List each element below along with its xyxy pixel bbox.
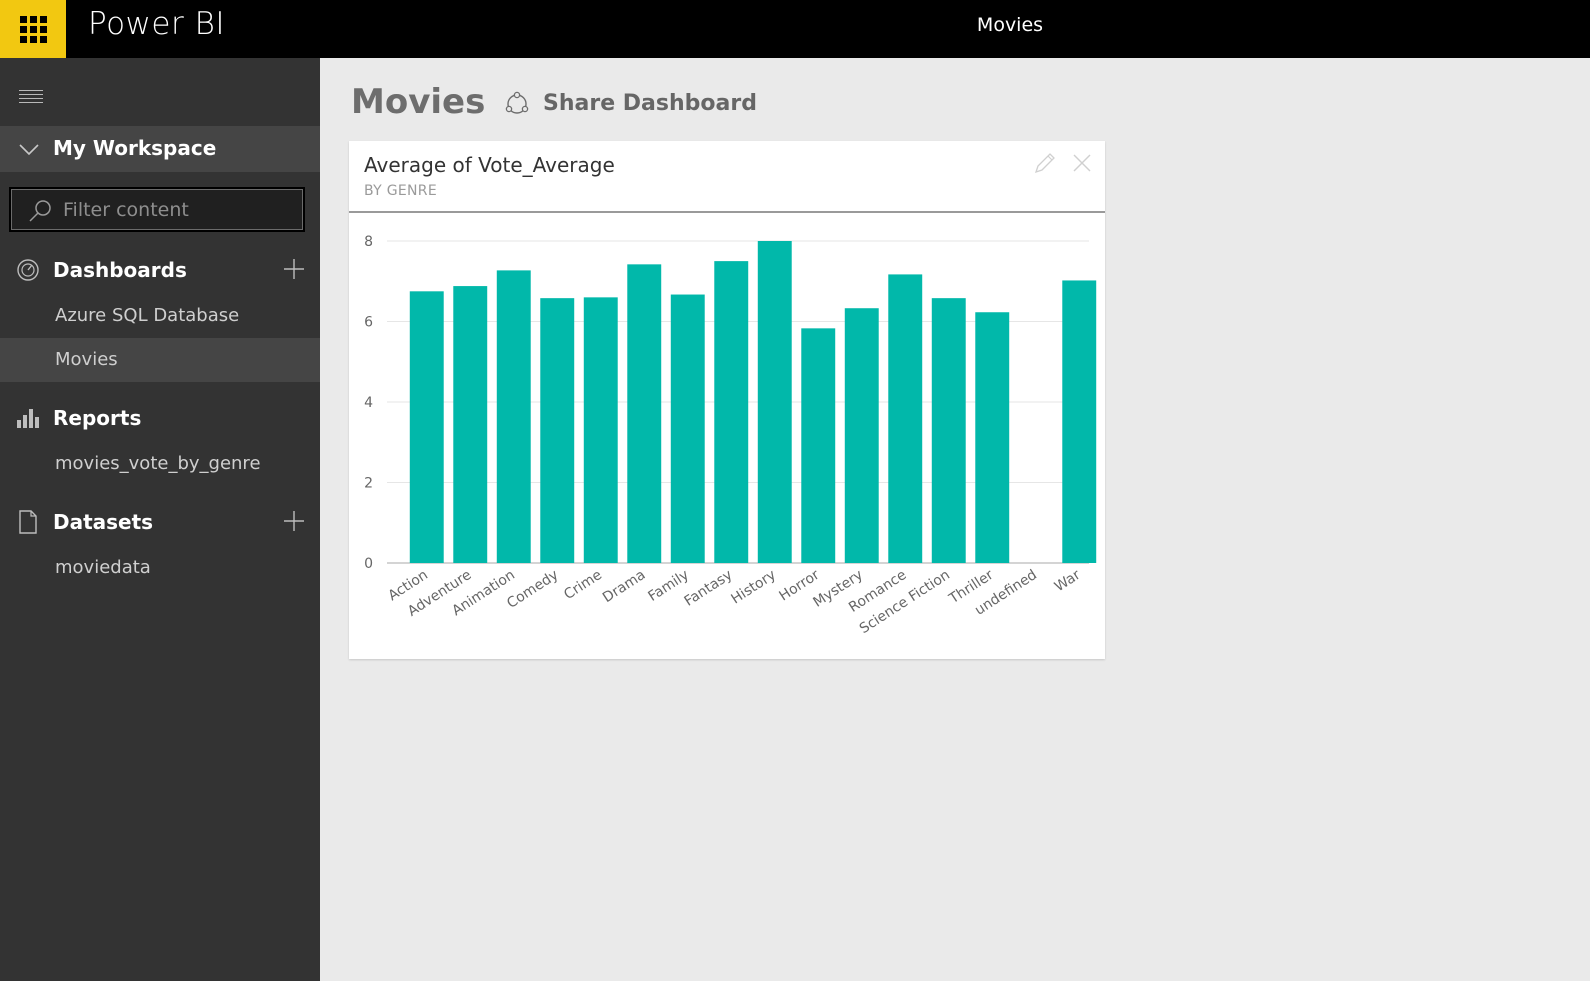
add-dashboard-plus-icon[interactable] xyxy=(283,258,305,280)
y-tick-label: 8 xyxy=(364,234,373,250)
y-tick-label: 4 xyxy=(364,395,373,411)
x-tick-label: History xyxy=(728,567,778,608)
bar xyxy=(670,294,705,563)
dashboards-label: Dashboards xyxy=(53,258,187,282)
close-icon[interactable] xyxy=(1071,152,1093,174)
sidebar-item-moviedata[interactable]: moviedata xyxy=(0,546,320,590)
sidebar-item-movies[interactable]: Movies xyxy=(0,338,320,382)
x-tick-label: War xyxy=(1052,567,1084,595)
bar xyxy=(888,274,923,563)
workspace-selector[interactable]: My Workspace xyxy=(0,126,320,172)
sidebar-item-movies-vote-by-genre[interactable]: movies_vote_by_genre xyxy=(0,442,320,486)
add-dataset-plus-icon[interactable] xyxy=(283,510,305,532)
nav-item-label: Azure SQL Database xyxy=(55,305,240,326)
bar xyxy=(496,270,531,563)
tile-header: Average of Vote_Average BY GENRE xyxy=(349,141,1105,213)
app-launcher-button[interactable] xyxy=(0,0,66,58)
sidebar-item-azure-sql-database[interactable]: Azure SQL Database xyxy=(0,294,320,338)
tile-subtitle: BY GENRE xyxy=(364,183,437,199)
sidebar-section-dashboards[interactable]: Dashboards xyxy=(0,250,320,290)
waffle-icon xyxy=(19,15,47,43)
bar xyxy=(801,328,836,563)
y-tick-label: 6 xyxy=(364,315,373,331)
reports-label: Reports xyxy=(53,406,142,430)
share-dashboard-label: Share Dashboard xyxy=(543,91,757,116)
filter-content-box xyxy=(9,187,305,232)
share-icon xyxy=(505,91,529,114)
y-tick-label: 0 xyxy=(364,556,373,572)
bar xyxy=(409,291,444,563)
bar xyxy=(931,298,966,563)
chart-tile[interactable]: Average of Vote_Average BY GENRE 0 2 4 6 8 Ac… xyxy=(349,141,1105,659)
bar xyxy=(627,264,662,563)
vote-average-bar-chart: 02468ActionAdventureAnimationComedy Crime… xyxy=(364,234,1097,637)
bar xyxy=(1062,280,1097,563)
bar xyxy=(453,286,488,563)
nav-item-label: movies_vote_by_genre xyxy=(55,453,261,474)
nav-item-label: moviedata xyxy=(55,557,151,578)
filter-content-input[interactable] xyxy=(63,197,293,223)
bar xyxy=(583,297,618,563)
dashboard-gauge-icon xyxy=(17,259,39,281)
tile-title: Average of Vote_Average xyxy=(364,153,615,177)
x-tick-label: Fantasy xyxy=(682,567,736,610)
sidebar: My Workspace Dashboards Azure SQL Databa… xyxy=(0,58,320,981)
datasets-label: Datasets xyxy=(53,510,154,534)
bar xyxy=(844,308,879,563)
bar xyxy=(540,298,575,563)
hamburger-menu-icon[interactable] xyxy=(19,90,43,104)
x-tick-label: Drama xyxy=(600,567,648,606)
chevron-down-icon xyxy=(19,144,39,156)
sidebar-section-reports[interactable]: Reports xyxy=(0,398,320,438)
workspace-label: My Workspace xyxy=(53,136,217,160)
dataset-document-icon xyxy=(19,510,37,534)
top-bar: Power BI Movies xyxy=(0,0,1590,58)
sidebar-section-datasets[interactable]: Datasets xyxy=(0,502,320,542)
x-tick-label: Crime xyxy=(561,567,605,603)
bar xyxy=(714,261,749,563)
nav-item-label: Movies xyxy=(55,349,118,370)
y-tick-label: 2 xyxy=(364,476,373,492)
bar xyxy=(975,312,1010,563)
header-title: Movies xyxy=(976,14,1044,36)
bar xyxy=(757,241,792,563)
page-title: Movies xyxy=(351,82,486,122)
brand-name: Power BI xyxy=(88,6,226,42)
pencil-edit-icon[interactable] xyxy=(1033,151,1057,175)
report-bar-chart-icon xyxy=(17,409,39,428)
search-icon xyxy=(29,200,51,222)
